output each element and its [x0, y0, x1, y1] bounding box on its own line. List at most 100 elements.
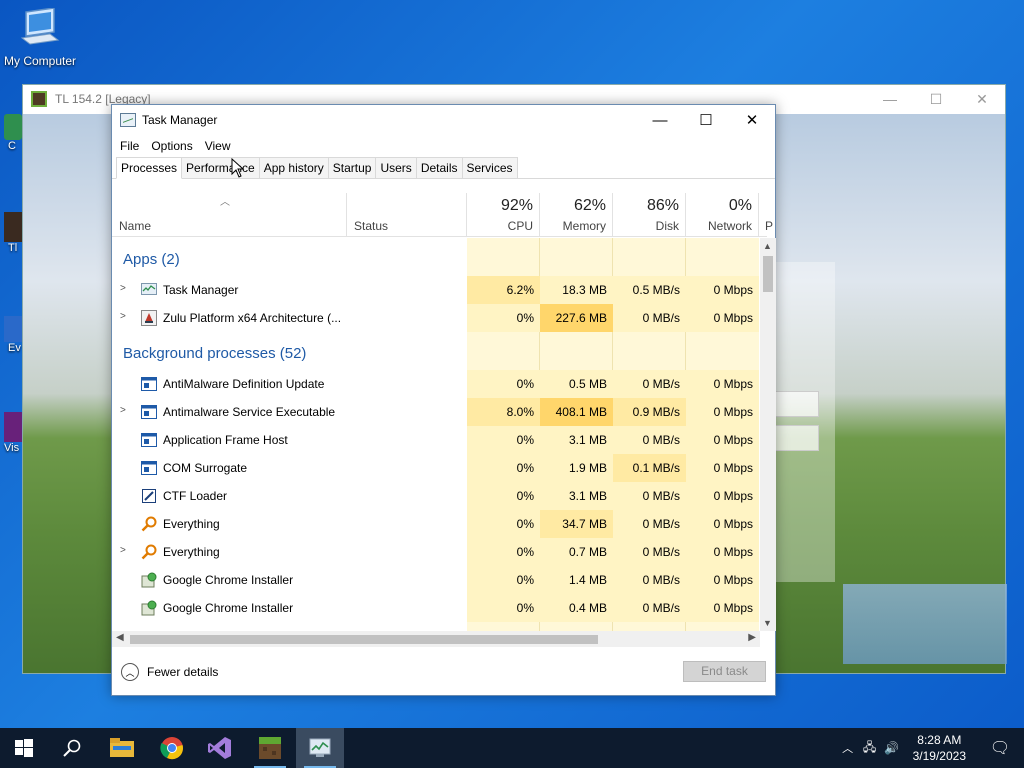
desktop-icon-my-computer[interactable]: My Computer	[0, 7, 80, 68]
expand-chevron-icon[interactable]: >	[120, 283, 126, 294]
process-row[interactable]: CTF Loader 0% 3.1 MB 0 MB/s 0 Mbps	[112, 482, 759, 510]
magnifier-icon	[141, 516, 157, 532]
process-row[interactable]: > Antimalware Service Executable 8.0% 408.1…	[112, 398, 759, 426]
column-header-power[interactable]: P	[759, 193, 773, 237]
notifications-icon[interactable]: 🗨	[976, 738, 1024, 758]
process-network-value: 0 Mbps	[686, 566, 759, 594]
app-icon	[4, 316, 22, 342]
launcher-maximize-button[interactable]: ☐	[913, 85, 959, 113]
start-button[interactable]	[0, 728, 48, 768]
process-row[interactable]: > Everything 0% 0.7 MB 0 MB/s 0 Mbps	[112, 538, 759, 566]
process-network-value: 0 Mbps	[686, 304, 759, 332]
process-memory-value: 0.7 MB	[540, 538, 613, 566]
menu-file[interactable]: File	[116, 139, 147, 153]
launcher-minimize-button[interactable]: —	[867, 85, 913, 113]
clock-date: 3/19/2023	[912, 749, 966, 763]
scroll-up-icon[interactable]: ▲	[763, 241, 772, 251]
app-window-icon	[141, 376, 157, 392]
scroll-right-icon[interactable]: ▶	[748, 632, 756, 643]
process-disk-value: 0 MB/s	[613, 566, 686, 594]
search-button[interactable]	[48, 728, 96, 768]
fewer-details-button[interactable]: ︿ Fewer details	[121, 663, 218, 681]
desktop-icon-partial-1[interactable]: C	[0, 114, 24, 174]
app-icon	[4, 212, 22, 242]
expand-chevron-icon[interactable]: >	[120, 545, 126, 556]
menu-view[interactable]: View	[201, 139, 239, 153]
chevron-up-icon[interactable]: ︿	[837, 740, 859, 756]
process-row[interactable]: AntiMalware Definition Update 0% 0.5 MB 0 M…	[112, 370, 759, 398]
search-icon	[63, 739, 81, 757]
horizontal-scroll-thumb[interactable]	[130, 635, 598, 644]
process-row[interactable]: Google Chrome Installer 0% 0.4 MB 0 MB/s 0 M…	[112, 594, 759, 622]
app-window-icon	[141, 432, 157, 448]
disk-total-percent: 86%	[646, 197, 679, 214]
column-header-memory[interactable]: 62% Memory	[540, 193, 613, 237]
scroll-down-icon[interactable]: ▼	[763, 618, 772, 628]
taskbar: ︿ 🖧 🔊 8:28 AM 3/19/2023 🗨	[0, 728, 1024, 768]
tab-details[interactable]: Details	[415, 157, 463, 178]
column-header-network[interactable]: 0% Network	[686, 193, 759, 237]
taskbar-file-explorer[interactable]	[98, 728, 146, 768]
maximize-button[interactable]: ☐	[683, 105, 729, 135]
start-icon	[15, 739, 33, 757]
desktop-icon-partial-4[interactable]: Vis	[0, 412, 24, 472]
column-header-disk[interactable]: 86% Disk	[613, 193, 686, 237]
taskbar-chrome[interactable]	[148, 728, 196, 768]
process-row[interactable]: Google Chrome Installer 0% 1.4 MB 0 MB/s 0 M…	[112, 566, 759, 594]
process-row[interactable]: COM Surrogate 0% 1.9 MB 0.1 MB/s 0 Mbps	[112, 454, 759, 482]
vertical-scroll-thumb[interactable]	[763, 256, 773, 292]
tab-services[interactable]: Services	[461, 157, 518, 178]
computer-icon	[20, 7, 60, 50]
tab-startup[interactable]: Startup	[327, 157, 377, 178]
desktop-icon-partial-3[interactable]: Ev	[0, 316, 24, 376]
expand-chevron-icon[interactable]: >	[120, 405, 126, 416]
end-task-button[interactable]: End task	[683, 661, 766, 682]
desktop-icon-label: C	[8, 140, 16, 152]
process-network-value: 0 Mbps	[686, 426, 759, 454]
process-row[interactable]: Application Frame Host 0% 3.1 MB 0 MB/s 0 Mb…	[112, 426, 759, 454]
process-name: CTF Loader	[163, 489, 228, 503]
process-memory-value: 0.4 MB	[540, 594, 613, 622]
process-list[interactable]: Apps (2) Background processes (52) > Task…	[112, 238, 759, 631]
taskbar-task-manager[interactable]	[296, 728, 344, 768]
process-row[interactable]: Everything 0% 34.7 MB 0 MB/s 0 Mbps	[112, 510, 759, 538]
installer-icon	[141, 600, 157, 616]
column-header-cpu[interactable]: 92% CPU	[467, 193, 540, 237]
process-name: Application Frame Host	[163, 433, 288, 447]
system-tray: ︿ 🖧 🔊 8:28 AM 3/19/2023 🗨	[837, 728, 1024, 768]
task-manager-window[interactable]: Task Manager — ☐ ✕ File Options View Pro…	[111, 104, 776, 696]
launcher-field-1[interactable]	[773, 391, 819, 417]
water-area	[843, 584, 1007, 664]
taskbar-minecraft-launcher[interactable]	[246, 728, 294, 768]
process-cpu-value: 0%	[467, 304, 540, 332]
tab-performance[interactable]: Performance	[181, 157, 260, 178]
clock[interactable]: 8:28 AM 3/19/2023	[903, 732, 976, 764]
tab-app-history[interactable]: App history	[258, 157, 329, 178]
process-row[interactable]: > Task Manager 6.2% 18.3 MB 0.5 MB/s 0 Mbps	[112, 276, 759, 304]
group-header-apps[interactable]: Apps (2)	[123, 251, 180, 268]
launcher-close-button[interactable]: ✕	[959, 85, 1005, 113]
task-manager-icon	[120, 113, 136, 127]
vertical-scrollbar[interactable]: ▲ ▼	[760, 238, 776, 631]
close-button[interactable]: ✕	[729, 105, 775, 135]
column-header-name[interactable]: ︿ Name	[112, 193, 347, 237]
process-name: Google Chrome Installer	[163, 601, 294, 615]
menu-options[interactable]: Options	[147, 139, 200, 153]
group-header-background[interactable]: Background processes (52)	[123, 345, 306, 362]
minimize-button[interactable]: —	[637, 105, 683, 135]
horizontal-scrollbar[interactable]: ◀ ▶	[112, 631, 760, 647]
process-disk-value: 0 MB/s	[613, 594, 686, 622]
process-row[interactable]: > Zulu Platform x64 Architecture (... 0% 22…	[112, 304, 759, 332]
desktop-icon-partial-2[interactable]: Tl	[0, 212, 24, 272]
process-cpu-value: 0%	[467, 426, 540, 454]
volume-icon[interactable]: 🔊	[881, 741, 903, 755]
tab-processes[interactable]: Processes	[116, 157, 183, 179]
taskbar-visual-studio[interactable]	[196, 728, 244, 768]
column-header-status[interactable]: Status	[347, 193, 467, 237]
network-icon[interactable]: 🖧	[859, 738, 881, 759]
tab-users[interactable]: Users	[375, 157, 417, 178]
expand-chevron-icon[interactable]: >	[120, 311, 126, 322]
scroll-left-icon[interactable]: ◀	[116, 632, 124, 643]
launcher-field-2[interactable]	[773, 425, 819, 451]
column-label: Memory	[562, 219, 606, 233]
